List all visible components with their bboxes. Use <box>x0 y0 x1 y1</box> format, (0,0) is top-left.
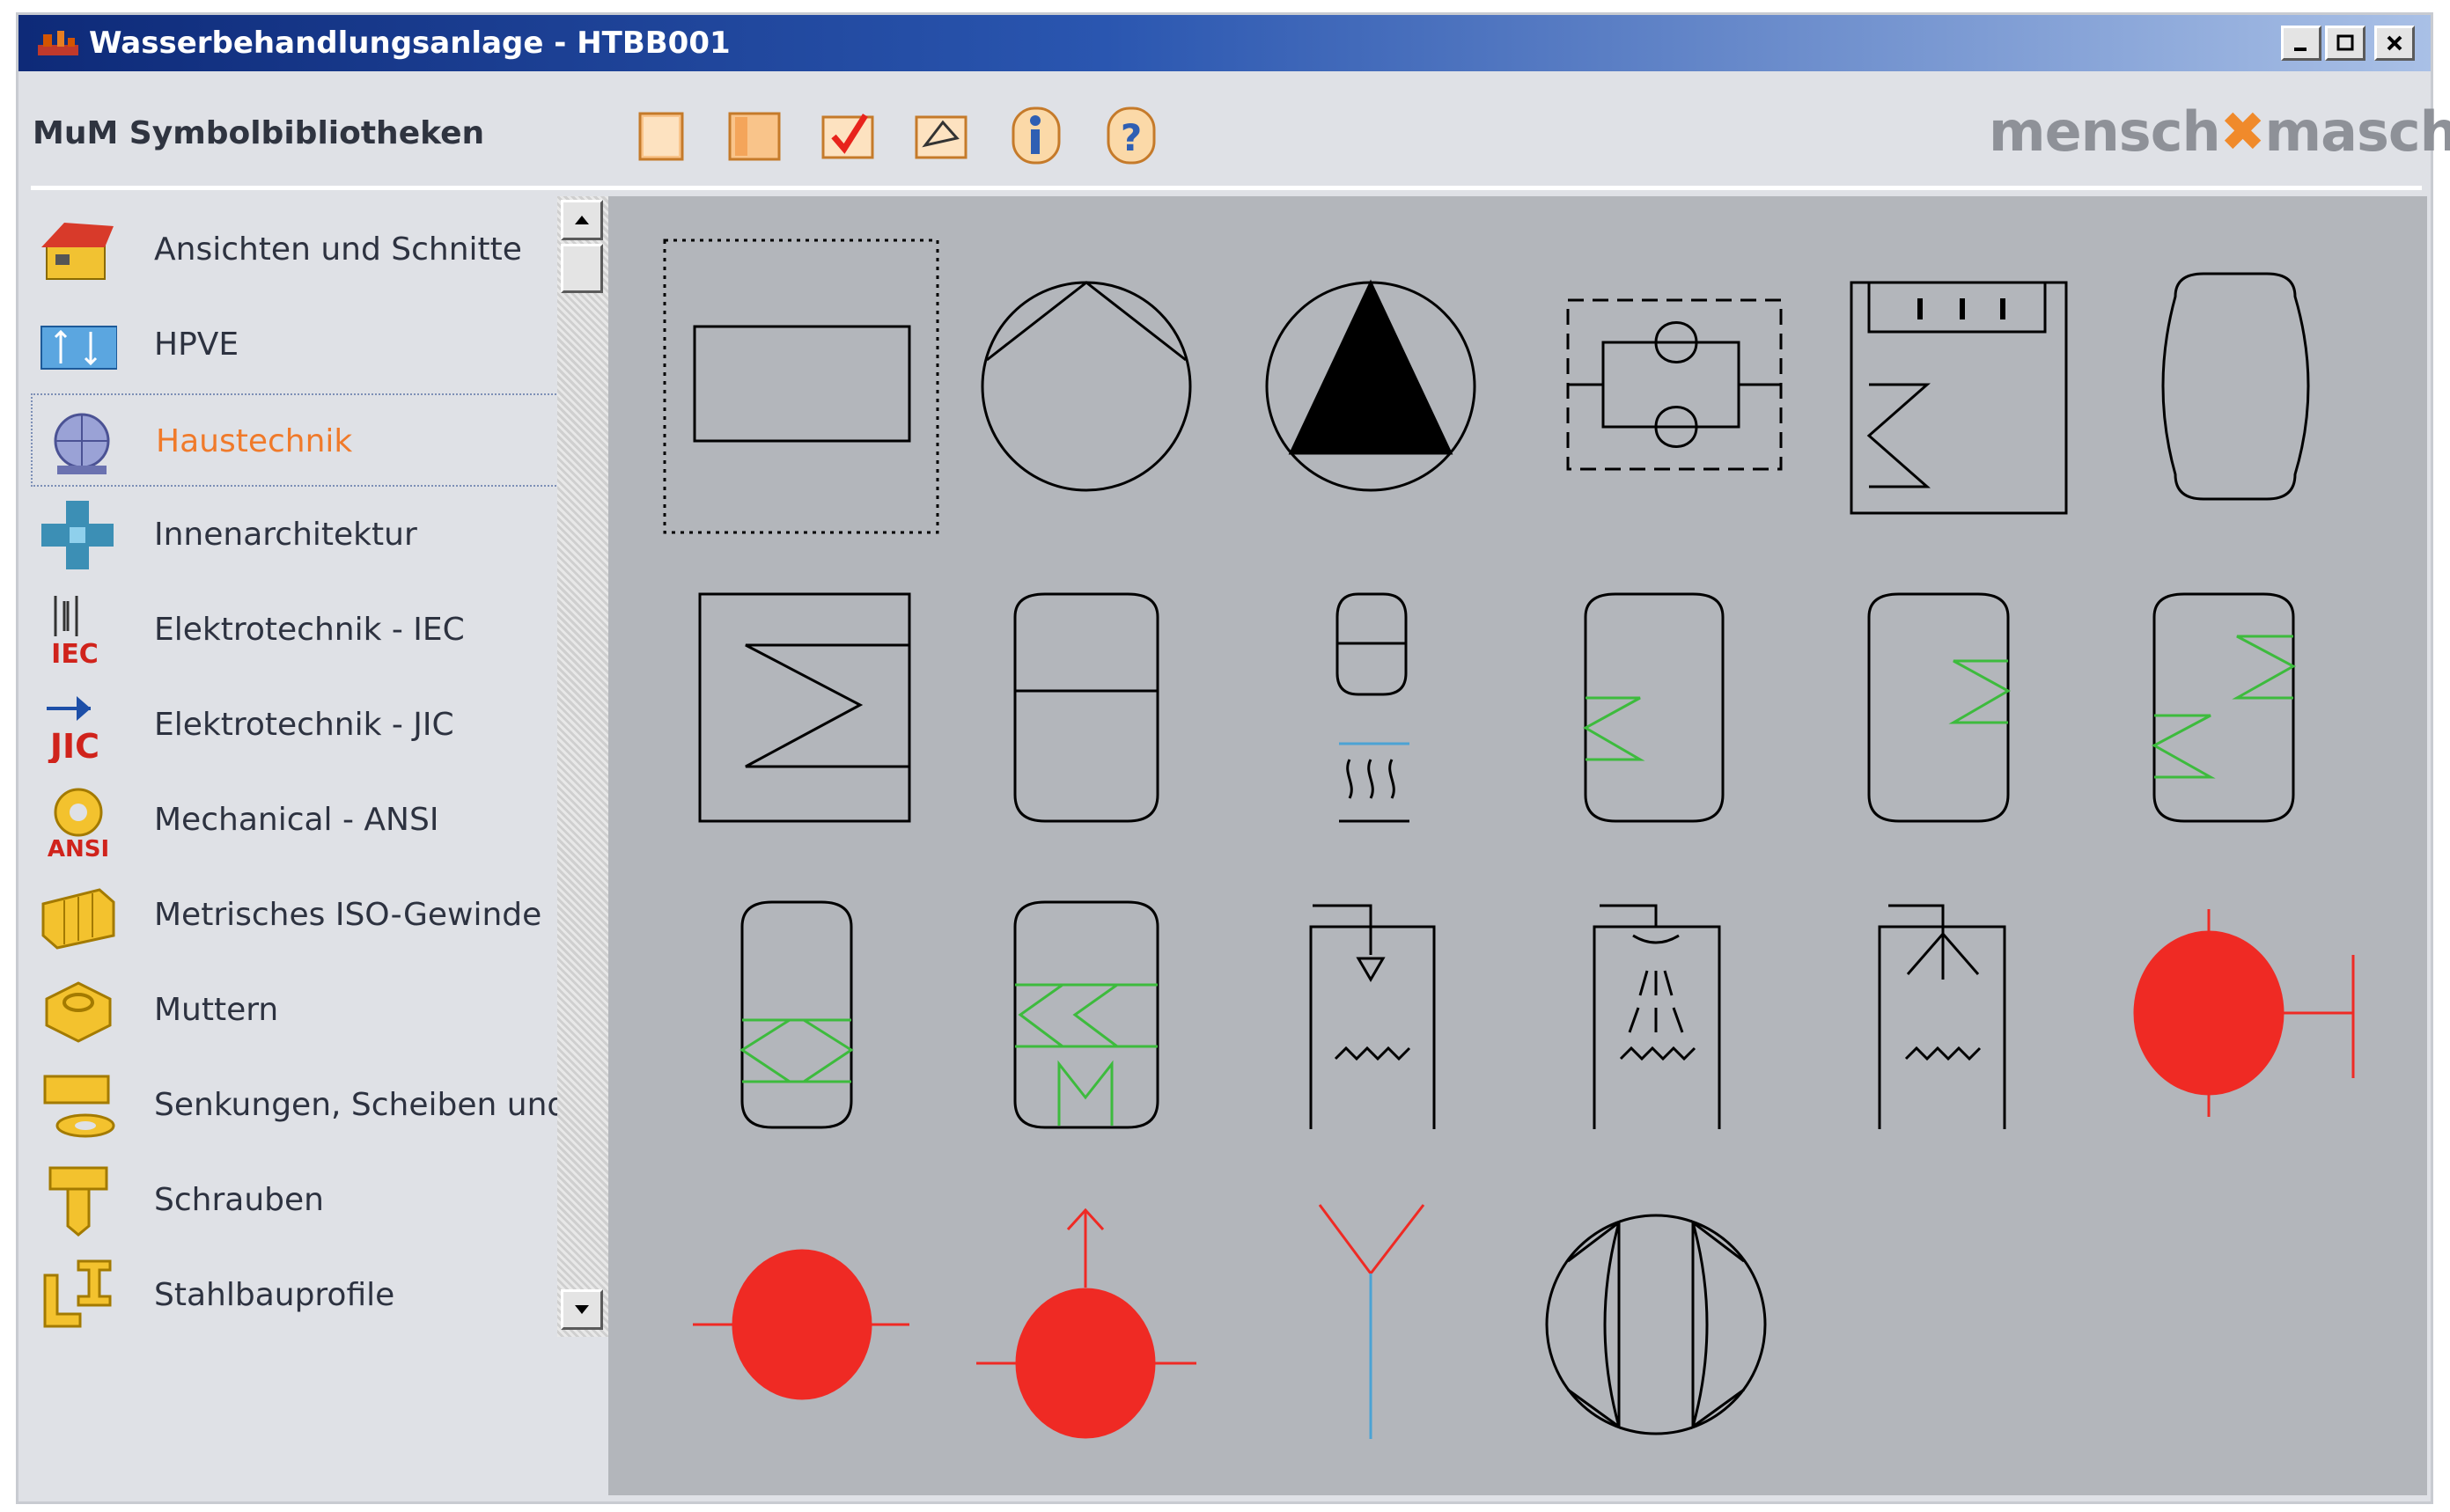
sidebar-item-label: Mechanical - ANSI <box>154 802 439 838</box>
thread-icon <box>41 888 115 950</box>
scroll-up-button[interactable] <box>561 200 603 240</box>
sidebar-item-label: Metrisches ISO-Gewinde <box>154 897 542 933</box>
vessel-coil-low-symbol[interactable] <box>1582 592 1725 823</box>
tank-nozzle-symbol[interactable] <box>1309 904 1436 1129</box>
minimize-button[interactable] <box>2281 26 2321 61</box>
sidebar-item-label: Senkungen, Scheiben und Du <box>154 1087 622 1123</box>
title-bar[interactable]: Wasserbehandlungsanlage - HTBB001 <box>18 15 2431 71</box>
arrow-down-icon <box>575 1305 589 1314</box>
tank-distributor-symbol[interactable] <box>1878 904 2006 1129</box>
tank-spray-symbol[interactable] <box>1593 904 1721 1129</box>
sidebar-item-label: Ansichten und Schnitte <box>154 231 522 268</box>
sidebar-item-label: Haustechnik <box>156 423 353 459</box>
sidebar-item-label: Innenarchitektur <box>154 517 417 553</box>
brand-logo: mensch✖maschine <box>1989 99 2450 164</box>
red-valve-symbol[interactable] <box>693 1249 909 1400</box>
svg-text:JIC: JIC <box>48 727 99 763</box>
sidebar-scrollbar[interactable] <box>557 196 608 1337</box>
sidebar-item-label: Stahlbauprofile <box>154 1277 395 1313</box>
sidebar-item-haustechnik[interactable]: Haustechnik <box>31 393 570 487</box>
sidebar-item-label: HPVE <box>154 327 239 363</box>
sidebar-item-label: Schrauben <box>154 1182 324 1218</box>
sidebar-item-ansichten[interactable]: Ansichten und Schnitte <box>31 203 570 297</box>
vessel-coil-high-symbol[interactable] <box>1867 592 2012 823</box>
tank-rectangle-symbol[interactable] <box>663 239 939 534</box>
red-valve-up-symbol[interactable] <box>976 1207 1196 1439</box>
gear-icon: ANSI <box>48 788 109 858</box>
heater-coil-box-symbol[interactable] <box>1850 281 2068 515</box>
steel-profile-icon <box>43 1259 112 1328</box>
heat-exchanger-box-symbol[interactable] <box>698 592 911 823</box>
app-icon <box>38 31 78 55</box>
checkmark-icon[interactable] <box>816 103 879 168</box>
app-window: Wasserbehandlungsanlage - HTBB001 MuM Sy… <box>16 12 2450 1504</box>
filled-pump-symbol[interactable] <box>1265 279 1476 492</box>
sidebar-item-stahlbauprofile[interactable]: Stahlbauprofile <box>31 1249 570 1342</box>
sidebar-item-hpve[interactable]: HPVE <box>31 298 570 392</box>
svg-text:?: ? <box>1121 116 1142 159</box>
screw-icon <box>48 1166 108 1237</box>
svg-text:ANSI: ANSI <box>48 836 109 858</box>
pump-symbol[interactable] <box>981 281 1192 492</box>
pump-icon <box>54 413 110 474</box>
sidebar-item-label: Elektrotechnik - IEC <box>154 612 465 648</box>
hpve-icon <box>40 326 117 370</box>
open-book-icon[interactable] <box>723 103 786 168</box>
info-icon[interactable] <box>1004 103 1068 168</box>
sidebar-item-schrauben[interactable]: Schrauben <box>31 1154 570 1247</box>
minimize-icon <box>2294 48 2307 51</box>
header-divider <box>31 186 2422 190</box>
sidebar-item-muttern[interactable]: Muttern <box>31 964 570 1057</box>
svg-text:IEC: IEC <box>51 639 99 668</box>
arrow-up-icon <box>575 216 589 224</box>
vessel-divided-symbol[interactable] <box>1013 592 1159 823</box>
nut-icon <box>45 981 112 1043</box>
compressor-symbol[interactable] <box>1545 1214 1767 1435</box>
sidebar-item-label: Elektrotechnik - JIC <box>154 707 454 743</box>
pen-edit-icon[interactable] <box>909 103 973 168</box>
library-title: MuM Symbolbibliotheken <box>33 115 485 151</box>
scroll-thumb[interactable] <box>561 244 603 293</box>
vessel-symbol[interactable] <box>2161 272 2310 501</box>
sidebar-item-mechanical-ansi[interactable]: ANSI Mechanical - ANSI <box>31 774 570 867</box>
close-icon <box>2387 35 2402 51</box>
furniture-icon <box>41 501 114 569</box>
symbol-canvas <box>663 239 2355 1439</box>
jic-icon: JIC <box>47 696 99 763</box>
scroll-down-button[interactable] <box>561 1289 603 1330</box>
sidebar-item-elektrotechnik-iec[interactable]: IEC Elektrotechnik - IEC <box>31 584 570 677</box>
help-icon[interactable]: ? <box>1100 103 1163 168</box>
close-button[interactable] <box>2374 26 2415 61</box>
sidebar-item-label: Muttern <box>154 992 279 1028</box>
vessel-coil-mixer-symbol[interactable] <box>1013 900 1159 1129</box>
maximize-icon <box>2336 34 2354 51</box>
sidebar-item-senkungen[interactable]: Senkungen, Scheiben und Du <box>31 1059 622 1152</box>
house-icon <box>41 223 114 280</box>
library-sidebar: Ansichten und Schnitte HPVE Haustechnik <box>31 196 622 1354</box>
vessel-two-coils-symbol[interactable] <box>2151 592 2297 823</box>
sidebar-item-elektrotechnik-jic[interactable]: JIC Elektrotechnik - JIC <box>31 679 570 772</box>
red-valve-right-symbol[interactable] <box>2133 909 2355 1117</box>
sidebar-item-innenarchitektur[interactable]: Innenarchitektur <box>31 488 570 582</box>
new-page-icon[interactable] <box>629 103 693 168</box>
maximize-button[interactable] <box>2325 26 2365 61</box>
washer-icon <box>43 1075 115 1138</box>
iec-icon: IEC <box>51 596 99 668</box>
y-branch-symbol[interactable] <box>1318 1204 1425 1439</box>
window-title: Wasserbehandlungsanlage - HTBB001 <box>89 26 731 61</box>
sidebar-item-metrisches-iso-gewinde[interactable]: Metrisches ISO-Gewinde <box>31 869 570 962</box>
vessel-double-coil-symbol[interactable] <box>739 900 854 1129</box>
symbol-grid <box>608 196 2427 1495</box>
small-vessel-heater-symbol[interactable] <box>1335 592 1409 823</box>
double-check-valve-symbol[interactable] <box>1566 298 1783 471</box>
